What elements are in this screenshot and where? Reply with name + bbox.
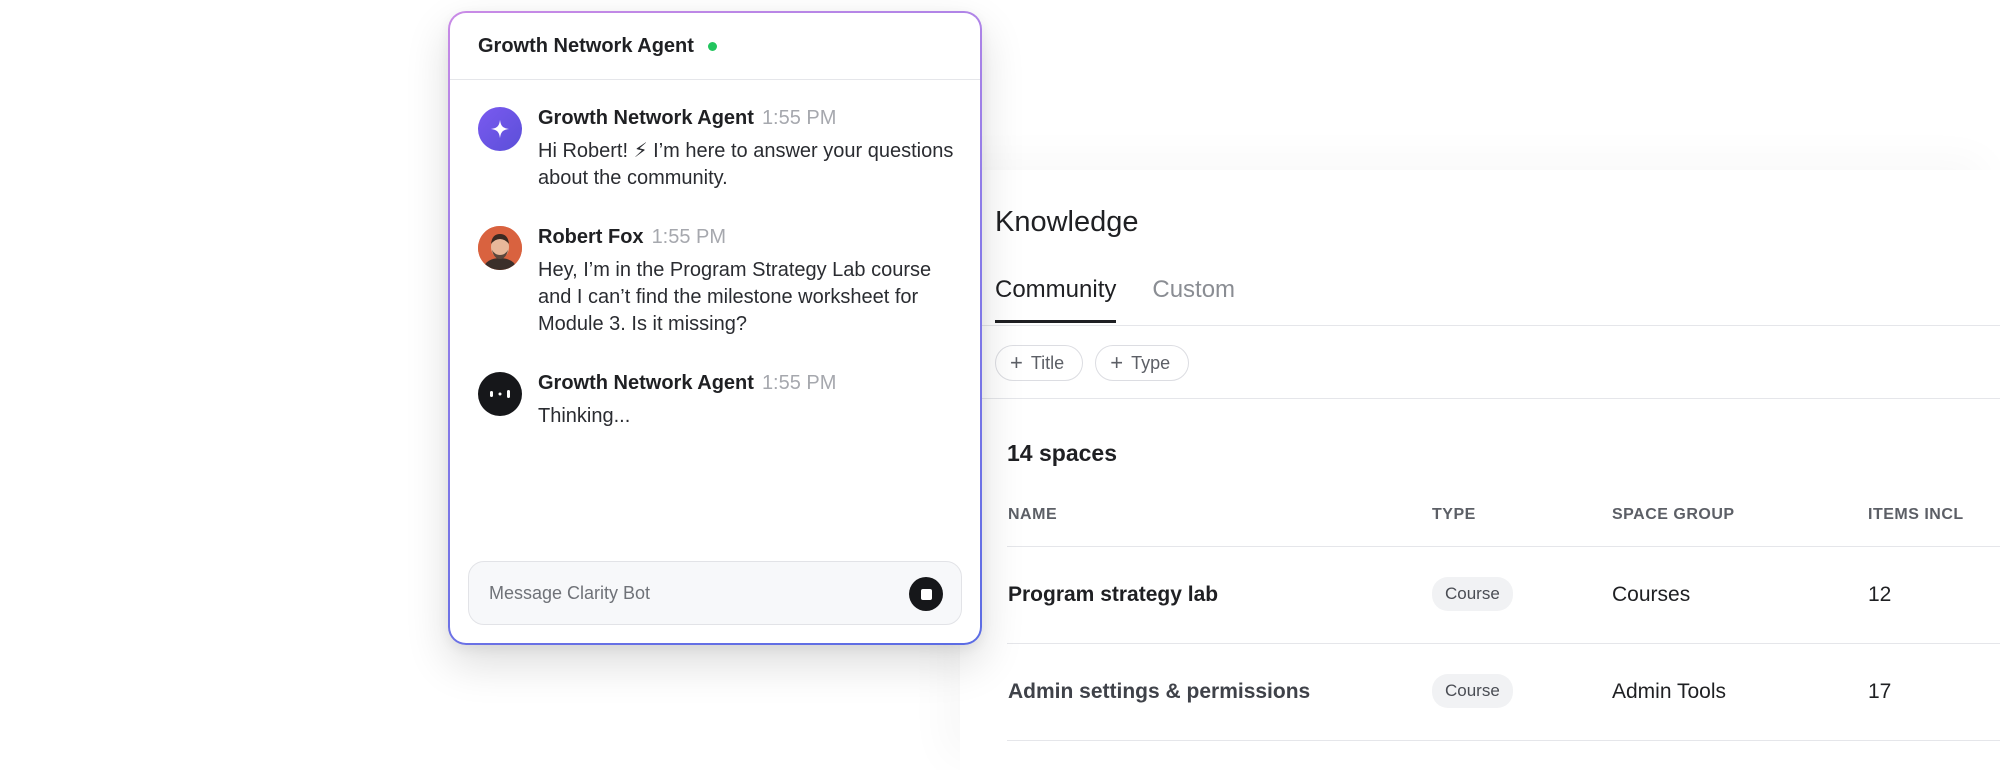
message-text: Hey, I’m in the Program Strategy Lab cou… bbox=[538, 259, 932, 335]
space-group: Courses bbox=[1612, 583, 1691, 606]
message-time: 1:55 PM bbox=[761, 372, 837, 394]
table-row[interactable]: Admin settings & permissions Course Admi… bbox=[1007, 644, 2000, 741]
avatar bbox=[478, 226, 522, 270]
filter-bar: + Title + Type bbox=[995, 345, 1190, 381]
knowledge-panel: Knowledge Community Custom + Title + Typ… bbox=[960, 170, 2000, 770]
space-group: Admin Tools bbox=[1612, 680, 1727, 703]
message-text: Thinking... bbox=[538, 405, 631, 427]
items-count: 17 bbox=[1868, 680, 1892, 703]
tabs-divider bbox=[960, 325, 2000, 326]
column-header-space-group[interactable]: SPACE GROUP bbox=[1612, 506, 1735, 524]
spaces-table: NAME TYPE SPACE GROUP ITEMS INCL Program… bbox=[1007, 500, 2000, 741]
message-sender: Growth Network Agent bbox=[538, 372, 754, 394]
chat-header: Growth Network Agent bbox=[450, 13, 980, 80]
message-time: 1:55 PM bbox=[651, 226, 727, 248]
typing-dots-icon bbox=[478, 372, 522, 416]
column-header-items[interactable]: ITEMS INCL bbox=[1868, 506, 1964, 524]
message-sender: Robert Fox bbox=[538, 226, 644, 248]
filter-title-button[interactable]: + Title bbox=[995, 345, 1084, 381]
chat-title: Growth Network Agent bbox=[478, 34, 694, 57]
items-count: 12 bbox=[1868, 583, 1892, 606]
column-header-type[interactable]: TYPE bbox=[1432, 506, 1476, 524]
space-name[interactable]: Program strategy lab bbox=[1008, 583, 1218, 607]
online-status-dot bbox=[707, 41, 717, 51]
filter-type-label: Type bbox=[1131, 352, 1171, 373]
plus-icon: + bbox=[1010, 350, 1023, 375]
message-sender: Growth Network Agent bbox=[538, 107, 754, 129]
table-header: NAME TYPE SPACE GROUP ITEMS INCL bbox=[1007, 500, 2000, 547]
chat-window: Growth Network Agent Growth Network Agen… bbox=[450, 13, 980, 643]
stop-icon bbox=[920, 588, 932, 600]
filter-title-label: Title bbox=[1030, 352, 1065, 373]
filter-type-button[interactable]: + Type bbox=[1095, 345, 1190, 381]
type-badge: Course bbox=[1432, 674, 1513, 708]
plus-icon: + bbox=[1110, 350, 1124, 375]
spaces-count: 14 spaces bbox=[1007, 440, 1117, 466]
tab-bar: Community Custom bbox=[995, 276, 1235, 323]
column-header-name[interactable]: NAME bbox=[1008, 506, 1057, 524]
space-name[interactable]: Admin settings & permissions bbox=[1008, 680, 1310, 704]
message-composer bbox=[468, 561, 962, 625]
type-badge: Course bbox=[1432, 577, 1513, 611]
filters-divider bbox=[960, 398, 2000, 399]
message-time: 1:55 PM bbox=[761, 107, 837, 129]
message-text: Hi Robert! ⚡ I’m here to answer your que… bbox=[538, 140, 954, 189]
table-row[interactable]: Program strategy lab Course Courses 12 bbox=[1007, 547, 2000, 644]
page-title: Knowledge bbox=[995, 206, 1139, 238]
stop-button[interactable] bbox=[909, 577, 943, 611]
sparkle-icon bbox=[478, 107, 522, 151]
message-input[interactable] bbox=[487, 562, 891, 624]
tab-community[interactable]: Community bbox=[995, 276, 1117, 323]
tab-custom[interactable]: Custom bbox=[1152, 276, 1235, 323]
chat-widget: Growth Network Agent Growth Network Agen… bbox=[448, 11, 982, 645]
